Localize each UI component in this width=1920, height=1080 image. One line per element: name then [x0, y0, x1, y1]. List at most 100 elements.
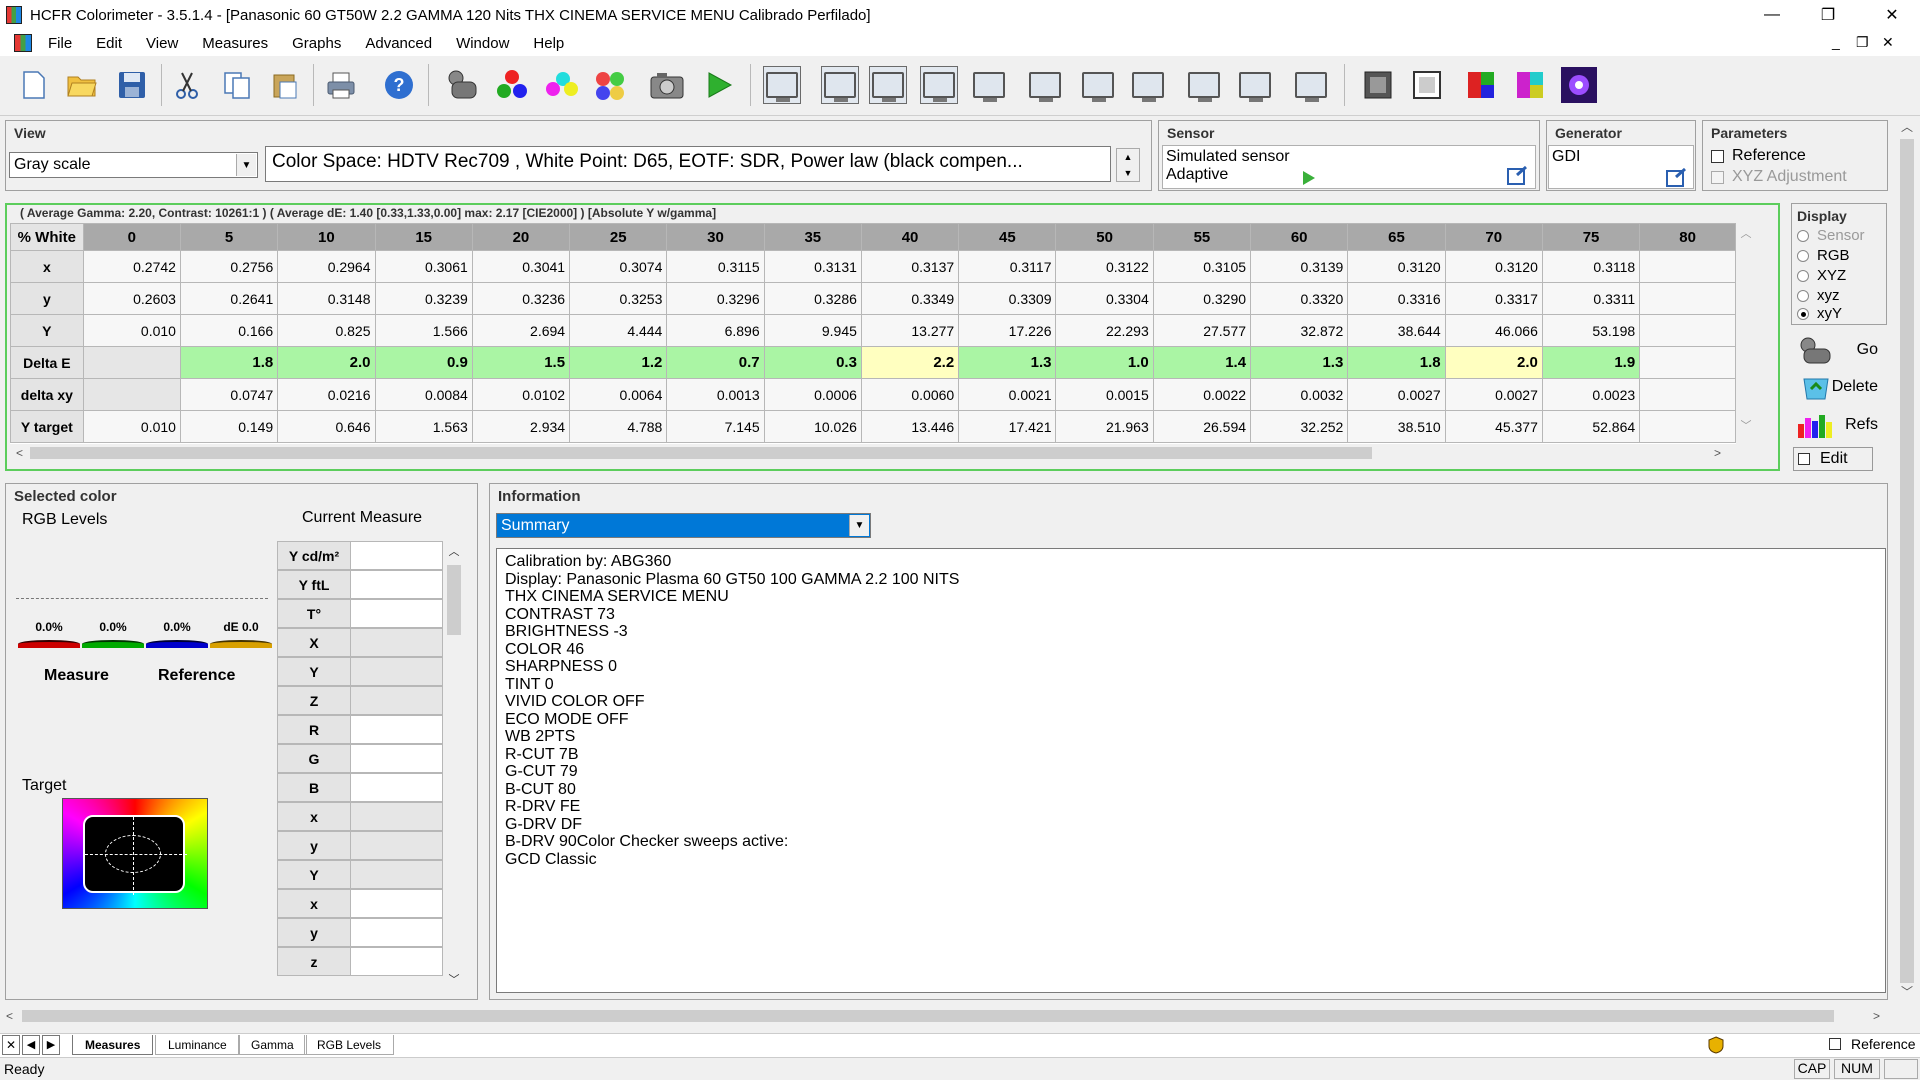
column-header[interactable]: 40: [860, 223, 960, 251]
table-cell[interactable]: 13.277: [860, 314, 960, 347]
saturation-icon[interactable]: [592, 66, 630, 104]
document-icon[interactable]: [14, 34, 32, 52]
menu-view[interactable]: View: [134, 35, 190, 52]
grid-scroll-thumb[interactable]: [30, 447, 1372, 459]
table-cell[interactable]: 2.0: [1444, 346, 1543, 379]
view-cie-chart-icon[interactable]: [1026, 66, 1064, 104]
table-cell[interactable]: 2.934: [471, 410, 571, 443]
table-cell[interactable]: 0.3137: [860, 250, 960, 283]
camera-icon[interactable]: [648, 66, 686, 104]
color-cube-2-icon[interactable]: [1511, 66, 1549, 104]
film-icon[interactable]: [1359, 66, 1397, 104]
menu-edit[interactable]: Edit: [84, 35, 134, 52]
column-header[interactable]: 55: [1152, 223, 1252, 251]
table-cell[interactable]: 0.149: [179, 410, 279, 443]
table-cell[interactable]: 0.3117: [958, 250, 1057, 283]
table-cell[interactable]: 0.3286: [763, 282, 862, 315]
table-cell[interactable]: [1639, 282, 1736, 315]
column-header[interactable]: 25: [569, 223, 668, 251]
table-cell[interactable]: 1.8: [1347, 346, 1446, 379]
table-cell[interactable]: 2.2: [860, 346, 960, 379]
table-cell[interactable]: [82, 346, 181, 379]
tab-rgb-levels[interactable]: RGB Levels: [304, 1035, 395, 1055]
view-color-temp-icon[interactable]: [1079, 66, 1117, 104]
table-cell[interactable]: [1639, 378, 1736, 411]
table-cell[interactable]: 26.594: [1152, 410, 1252, 443]
table-cell[interactable]: 46.066: [1444, 314, 1543, 347]
table-cell[interactable]: [82, 378, 181, 411]
column-header[interactable]: 10: [277, 223, 376, 251]
table-cell[interactable]: 0.0216: [277, 378, 376, 411]
table-cell[interactable]: 0.3236: [471, 282, 571, 315]
information-select[interactable]: Summary ▼: [496, 513, 871, 538]
table-cell[interactable]: 0.3122: [1055, 250, 1154, 283]
table-cell[interactable]: 0.3317: [1444, 282, 1543, 315]
table-cell[interactable]: 38.510: [1347, 410, 1446, 443]
column-header[interactable]: 70: [1444, 223, 1543, 251]
view-measures-icon[interactable]: [763, 66, 801, 104]
table-cell[interactable]: 1.3: [1250, 346, 1349, 379]
table-cell[interactable]: 1.3: [958, 346, 1057, 379]
secondaries-icon[interactable]: [542, 66, 580, 104]
table-cell[interactable]: 17.226: [958, 314, 1057, 347]
table-cell[interactable]: 45.377: [1444, 410, 1543, 443]
table-cell[interactable]: 27.577: [1152, 314, 1252, 347]
print-icon[interactable]: [322, 66, 360, 104]
table-cell[interactable]: 32.872: [1250, 314, 1349, 347]
view-luminance-icon[interactable]: [821, 66, 859, 104]
edit-checkbox[interactable]: Edit: [1793, 447, 1873, 471]
table-cell[interactable]: 0.3120: [1347, 250, 1446, 283]
table-cell[interactable]: 1.0: [1055, 346, 1154, 379]
reference-checkbox[interactable]: Reference: [1711, 147, 1806, 165]
view-info-spinner[interactable]: ▲ ▼: [1116, 148, 1140, 182]
table-cell[interactable]: 0.010: [82, 314, 181, 347]
radio-xyy[interactable]: xyY: [1797, 305, 1842, 322]
sensor-icon[interactable]: [443, 66, 481, 104]
table-cell[interactable]: 17.421: [958, 410, 1057, 443]
column-header[interactable]: 20: [471, 223, 571, 251]
column-header[interactable]: 35: [763, 223, 862, 251]
scroll-right-icon[interactable]: >: [1714, 446, 1721, 460]
table-cell[interactable]: 0.3131: [763, 250, 862, 283]
view-select[interactable]: Gray scale ▼: [9, 152, 258, 178]
menu-graphs[interactable]: Graphs: [280, 35, 353, 52]
table-cell[interactable]: 4.444: [569, 314, 668, 347]
table-cell[interactable]: 0.3: [763, 346, 862, 379]
go-button[interactable]: Go: [1790, 333, 1888, 367]
measures-grid[interactable]: % White 0 5 10 15 20 25 30 35 40 45 50 55 60 65 70 75 80 x…: [10, 223, 1736, 444]
menu-measures[interactable]: Measures: [190, 35, 280, 52]
table-cell[interactable]: 1.566: [374, 314, 473, 347]
cut-icon[interactable]: [168, 66, 206, 104]
column-header[interactable]: 45: [958, 223, 1057, 251]
table-cell[interactable]: 0.0084: [374, 378, 473, 411]
table-cell[interactable]: 0.3118: [1541, 250, 1641, 283]
view-gamma-icon[interactable]: [869, 66, 907, 104]
table-cell[interactable]: 0.3105: [1152, 250, 1252, 283]
radio-xyz-lower[interactable]: xyz: [1797, 287, 1840, 304]
table-cell[interactable]: 0.0006: [763, 378, 862, 411]
table-cell[interactable]: 0.0022: [1152, 378, 1252, 411]
table-cell[interactable]: 0.0747: [179, 378, 279, 411]
mdi-minimize-button[interactable]: _: [1832, 34, 1840, 50]
table-cell[interactable]: 7.145: [666, 410, 765, 443]
close-button[interactable]: ✕: [1864, 0, 1920, 30]
table-cell[interactable]: [1639, 410, 1736, 443]
copy-icon[interactable]: [218, 66, 256, 104]
table-cell[interactable]: 0.3309: [958, 282, 1057, 315]
table-cell[interactable]: 0.0064: [569, 378, 668, 411]
column-header[interactable]: 80: [1639, 223, 1736, 251]
chevron-down-icon[interactable]: ▼: [849, 515, 869, 536]
play-icon[interactable]: [1301, 170, 1317, 186]
table-cell[interactable]: 2.694: [471, 314, 571, 347]
refs-button[interactable]: Refs: [1790, 408, 1888, 442]
table-cell[interactable]: 1.4: [1152, 346, 1252, 379]
table-cell[interactable]: 0.3139: [1250, 250, 1349, 283]
menu-file[interactable]: File: [36, 35, 84, 52]
table-cell[interactable]: [1639, 314, 1736, 347]
table-cell[interactable]: 6.896: [666, 314, 765, 347]
column-header[interactable]: 15: [374, 223, 473, 251]
table-cell[interactable]: 9.945: [763, 314, 862, 347]
configure-icon[interactable]: [1666, 168, 1688, 188]
table-cell[interactable]: 2.0: [277, 346, 376, 379]
table-cell[interactable]: 52.864: [1541, 410, 1641, 443]
